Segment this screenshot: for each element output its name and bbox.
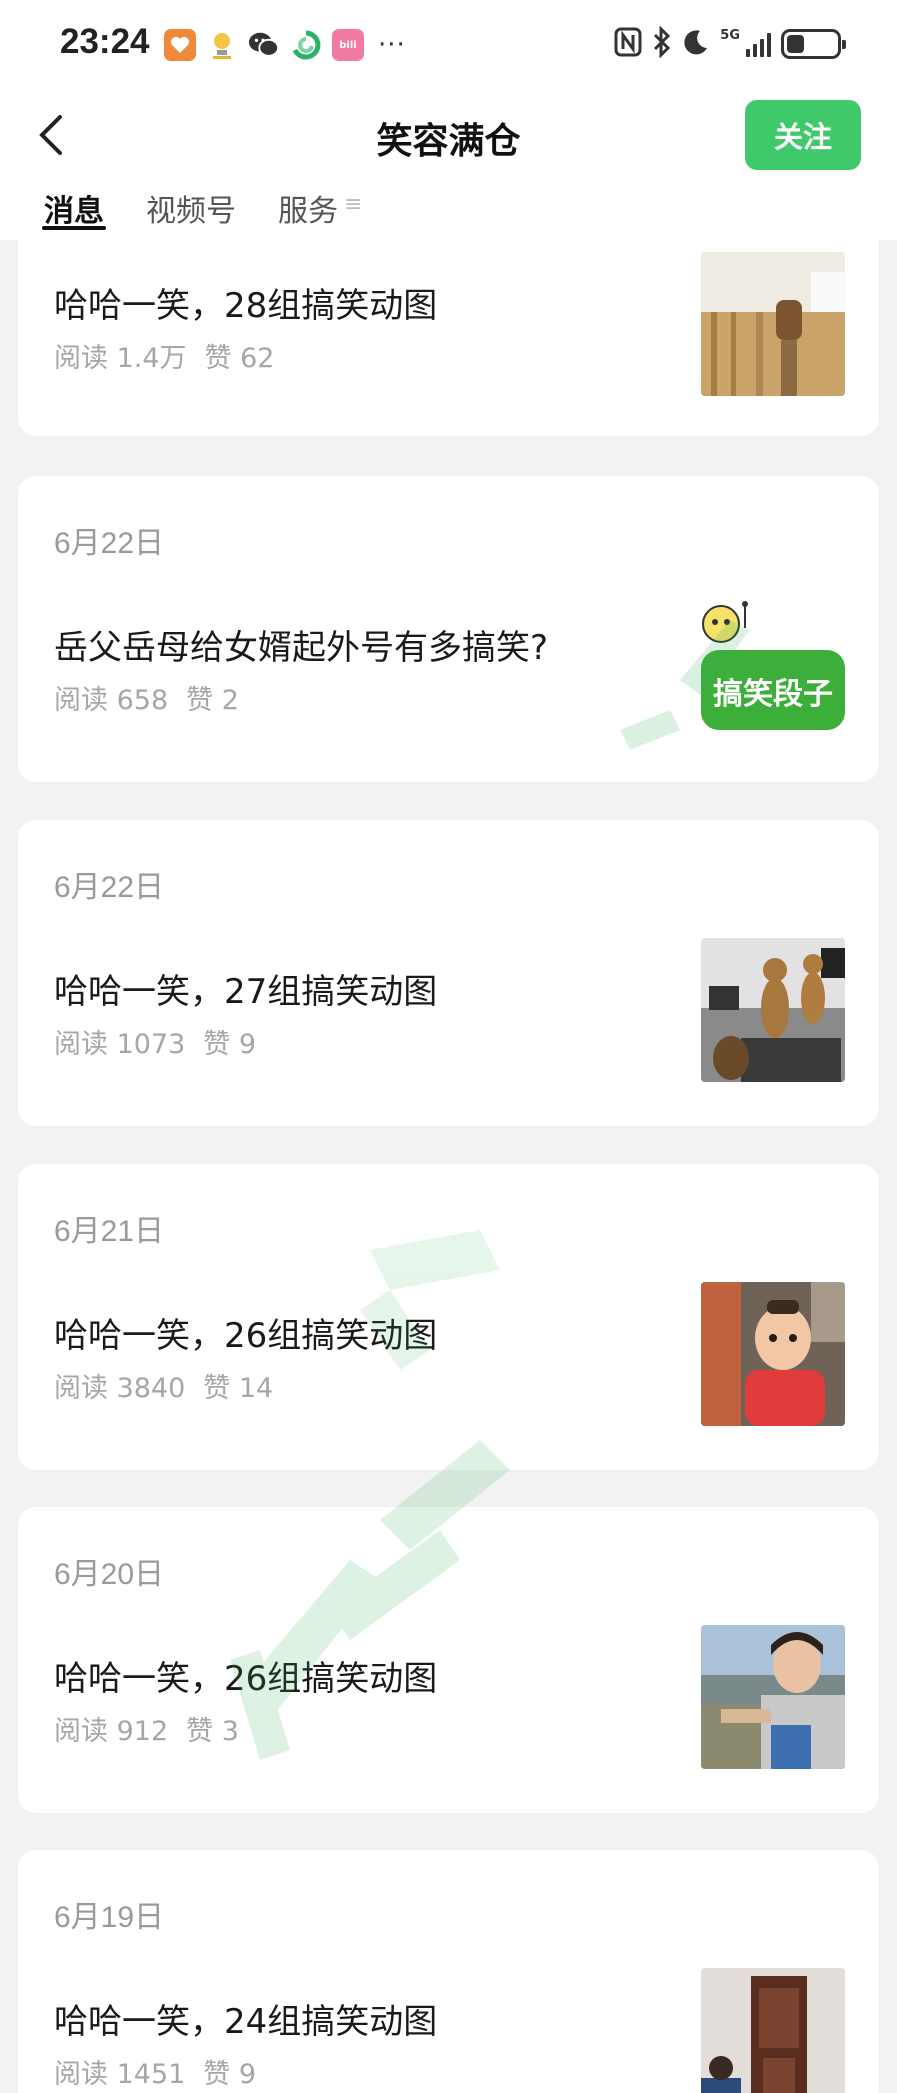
network-type: 5G: [720, 27, 740, 43]
thumbnail-caption: 搞笑段子: [713, 677, 833, 712]
article-thumbnail: [701, 1282, 845, 1426]
article-thumbnail: [701, 938, 845, 1082]
tab-messages[interactable]: 消息: [42, 186, 106, 236]
article-date: 6月21日: [54, 1215, 165, 1248]
read-count: 阅读 912: [54, 1716, 169, 1747]
like-count: 赞 9: [203, 2059, 257, 2090]
system-indicators: 5G: [614, 25, 846, 62]
article-date: 6月22日: [54, 527, 165, 560]
tab-channels[interactable]: 视频号: [146, 186, 236, 236]
article-thumbnail: [701, 252, 845, 396]
status-bar: 23:24 bili ··· 5G: [0, 0, 897, 90]
bilibili-icon: bili: [332, 29, 364, 61]
article-card[interactable]: 6月19日 哈哈一笑，24组搞笑动图 阅读 1451 赞 9: [18, 1850, 879, 2093]
like-count: 赞 9: [203, 1029, 257, 1060]
heart-app-icon: [164, 29, 196, 61]
article-title: 哈哈一笑，26组搞笑动图: [54, 1659, 438, 1699]
read-count: 阅读 1451: [54, 2059, 186, 2090]
nav-bar: 笑容满仓 关注: [0, 96, 897, 182]
status-time: 23:24: [60, 22, 150, 61]
tab-bar: 消息 视频号 服务 ≡: [42, 186, 363, 240]
article-card[interactable]: 6月21日 哈哈一笑，26组搞笑动图 阅读 3840 赞 14: [18, 1164, 879, 1470]
services-menu-icon: ≡: [344, 192, 363, 217]
notification-icons: bili ···: [164, 28, 406, 62]
article-stats: 阅读 1451 赞 9: [54, 2052, 256, 2091]
read-count: 阅读 658: [54, 685, 169, 716]
read-count: 阅读 1073: [54, 1029, 186, 1060]
follow-button[interactable]: 关注: [745, 100, 861, 170]
article-stats: 阅读 3840 赞 14: [54, 1366, 273, 1405]
header-area: 23:24 bili ··· 5G 笑容满仓 关注 消息 视频号 服务 ≡: [0, 0, 897, 240]
like-count: 赞 14: [203, 1373, 274, 1404]
read-count: 阅读 3840: [54, 1373, 186, 1404]
article-stats: 阅读 658 赞 2: [54, 678, 239, 717]
moon-icon: [682, 28, 710, 60]
like-count: 赞 62: [204, 343, 275, 374]
article-title: 岳父岳母给女婿起外号有多搞笑?: [54, 628, 549, 668]
article-stats: 阅读 912 赞 3: [54, 1709, 239, 1748]
bulb-app-icon: [206, 29, 238, 61]
article-stats: 阅读 1073 赞 9: [54, 1022, 256, 1061]
more-notifications-icon: ···: [378, 30, 406, 60]
wechat-icon: [248, 29, 280, 61]
article-title: 哈哈一笑，28组搞笑动图: [54, 286, 438, 326]
read-count: 阅读 1.4万: [54, 343, 187, 374]
article-title: 哈哈一笑，26组搞笑动图: [54, 1316, 438, 1356]
signal-icon: [746, 31, 771, 57]
article-card[interactable]: 6月22日 岳父岳母给女婿起外号有多搞笑? 阅读 658 赞 2 搞笑段子: [18, 476, 879, 782]
article-title: 哈哈一笑，24组搞笑动图: [54, 2002, 438, 2042]
article-title: 哈哈一笑，27组搞笑动图: [54, 972, 438, 1012]
like-count: 赞 3: [186, 1716, 239, 1747]
article-date: 6月19日: [54, 1901, 165, 1934]
article-thumbnail: [701, 1625, 845, 1769]
bluetooth-icon: [652, 25, 672, 62]
article-date: 6月20日: [54, 1558, 165, 1591]
article-date: 6月22日: [54, 871, 165, 904]
article-card[interactable]: 6月22日 哈哈一笑，27组搞笑动图 阅读 1073 赞 9: [18, 820, 879, 1126]
article-thumbnail: 搞笑段子: [701, 598, 845, 742]
tab-services[interactable]: 服务: [278, 186, 338, 236]
article-thumbnail: [701, 1968, 845, 2093]
article-card[interactable]: 哈哈一笑，28组搞笑动图 阅读 1.4万赞 62: [18, 240, 879, 436]
article-stats: 阅读 1.4万赞 62: [54, 336, 274, 375]
article-card[interactable]: 6月20日 哈哈一笑，26组搞笑动图 阅读 912 赞 3: [18, 1507, 879, 1813]
refresh-app-icon: [290, 29, 322, 61]
like-count: 赞 2: [186, 685, 239, 716]
battery-icon: [781, 29, 846, 59]
nfc-icon: [614, 27, 642, 61]
